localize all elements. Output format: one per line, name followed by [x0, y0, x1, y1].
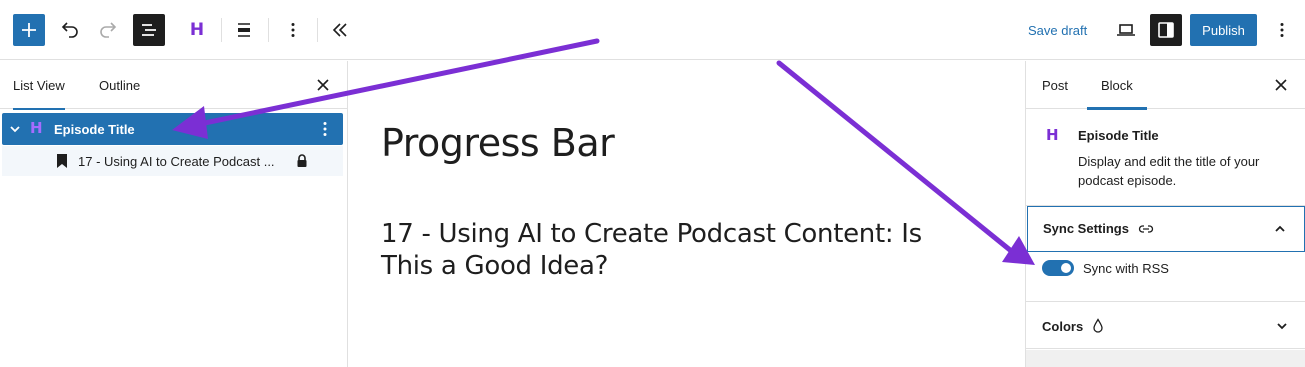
editor-toolbar: H Save draft Publish — [0, 0, 1305, 60]
colors-title: Colors — [1042, 319, 1084, 334]
sync-settings-panel-toggle[interactable]: Sync Settings — [1027, 206, 1305, 252]
settings-sidebar: Post Block H Episode Title Display and e… — [1025, 61, 1305, 367]
heading-h-icon: H — [30, 119, 43, 137]
undo-icon — [61, 22, 78, 38]
link-icon — [1138, 225, 1154, 233]
tab-post[interactable]: Post — [1042, 61, 1068, 109]
sidebar-settings-icon — [1158, 22, 1174, 38]
list-item-label: Episode Title — [54, 122, 135, 137]
collapse-toolbar-button[interactable] — [324, 14, 356, 46]
heading-h-icon: H — [189, 20, 205, 40]
block-description: Display and edit the title of your podca… — [1078, 154, 1260, 188]
save-draft-button[interactable]: Save draft — [1020, 14, 1095, 46]
options-button[interactable] — [1266, 14, 1298, 46]
block-name: Episode Title — [1078, 128, 1159, 143]
sync-with-rss-label: Sync with RSS — [1083, 260, 1169, 276]
tab-list-view[interactable]: List View — [13, 61, 65, 110]
toolbar-divider — [221, 18, 222, 42]
block-options-button[interactable] — [277, 14, 309, 46]
laptop-icon — [1117, 24, 1135, 36]
settings-button[interactable] — [1150, 14, 1182, 46]
close-icon — [1275, 79, 1287, 91]
add-block-button[interactable] — [13, 14, 45, 46]
sync-with-rss-toggle[interactable] — [1042, 260, 1074, 276]
toolbar-divider — [317, 18, 318, 42]
redo-button[interactable] — [93, 14, 125, 46]
close-list-view-button[interactable] — [313, 75, 333, 95]
undo-button[interactable] — [53, 14, 85, 46]
vertical-ellipsis-icon — [1280, 23, 1284, 37]
episode-title-block[interactable]: 17 - Using AI to Create Podcast Content:… — [381, 218, 981, 282]
list-view-panel: List View Outline H Episode Title 17 - U… — [0, 61, 348, 367]
redo-icon — [100, 22, 117, 38]
sync-with-rss-row: Sync with RSS — [1042, 258, 1169, 278]
align-icon — [238, 23, 250, 37]
tab-block[interactable]: Block — [1087, 61, 1147, 110]
sidebar-tabs: Post Block — [1026, 61, 1305, 110]
editor-canvas: Progress Bar 17 - Using AI to Create Pod… — [349, 61, 1025, 367]
drop-icon — [1093, 318, 1103, 333]
preview-button[interactable] — [1110, 14, 1142, 46]
bookmark-icon — [57, 154, 67, 168]
list-item-episode-title[interactable]: H Episode Title — [2, 113, 343, 145]
toolbar-divider — [268, 18, 269, 42]
lock-icon — [297, 154, 307, 167]
tab-outline[interactable]: Outline — [99, 61, 140, 109]
list-view-button[interactable] — [133, 14, 165, 46]
colors-panel-toggle[interactable]: Colors — [1026, 301, 1305, 349]
list-item-episode-bookmark[interactable]: 17 - Using AI to Create Podcast ... — [2, 146, 343, 176]
chevron-up-icon — [1275, 225, 1285, 232]
close-icon — [317, 79, 329, 91]
vertical-ellipsis-icon — [291, 23, 295, 37]
post-title[interactable]: Progress Bar — [381, 121, 615, 165]
chevron-down-icon[interactable] — [8, 122, 22, 136]
list-item-label: 17 - Using AI to Create Podcast ... — [78, 154, 275, 169]
sidebar-footer — [1026, 350, 1305, 367]
sync-settings-title: Sync Settings — [1043, 221, 1129, 236]
heading-h-icon: H — [1046, 126, 1059, 144]
block-card: H Episode Title Display and edit the tit… — [1026, 110, 1305, 206]
close-sidebar-button[interactable] — [1271, 75, 1291, 95]
vertical-ellipsis-icon[interactable] — [315, 119, 335, 139]
plus-icon — [22, 23, 36, 37]
chevron-down-icon — [1277, 323, 1287, 330]
list-view-tabs: List View Outline — [0, 61, 347, 110]
publish-button[interactable]: Publish — [1190, 14, 1257, 46]
list-view-icon — [142, 24, 156, 36]
block-type-button[interactable]: H — [181, 14, 213, 46]
double-chevron-left-icon — [332, 23, 347, 37]
align-button[interactable] — [228, 14, 260, 46]
